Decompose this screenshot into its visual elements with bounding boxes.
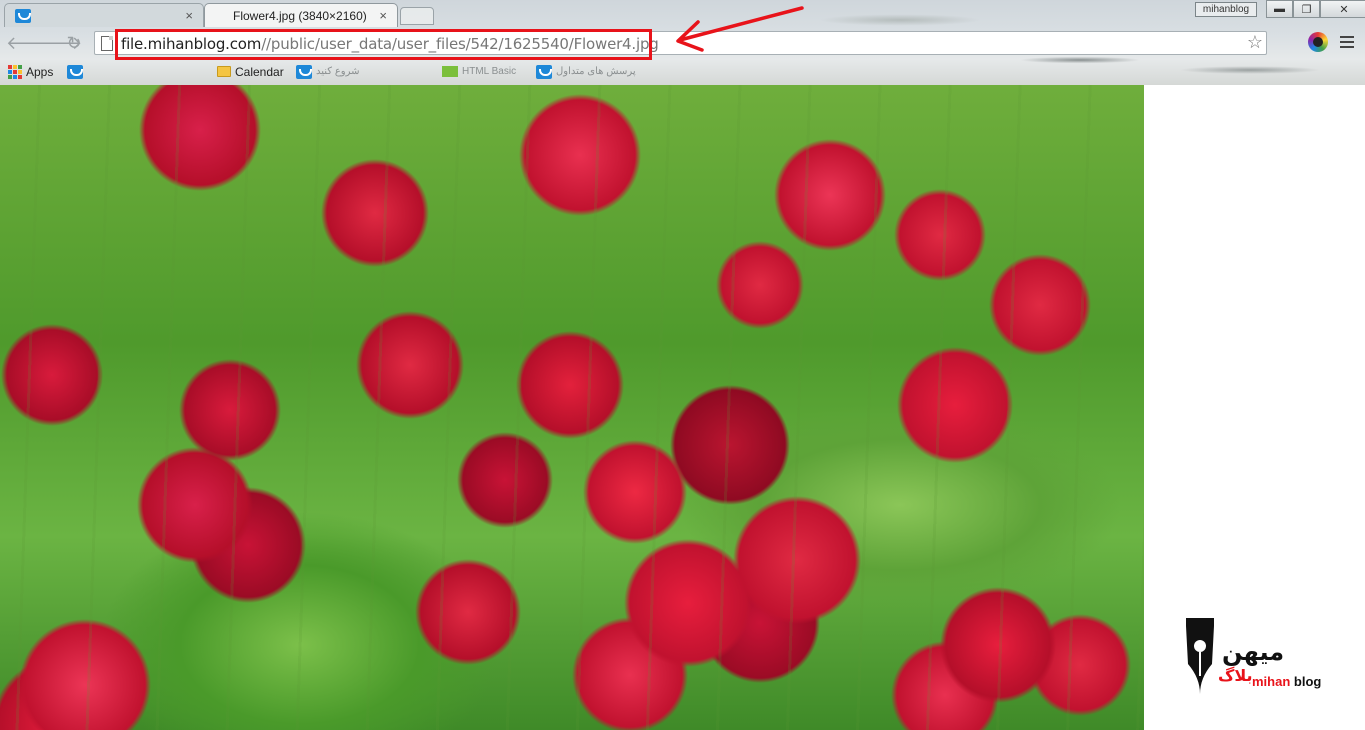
new-tab-button[interactable] — [400, 7, 434, 25]
bookmark-calendar[interactable]: Calendar — [217, 63, 284, 80]
image-viewer: میهن بلاگ mihan blog — [0, 85, 1365, 730]
bookmark-label: پرسش های متداول — [556, 66, 636, 77]
logo-persian-text: میهن — [1222, 638, 1285, 666]
back-arrow-icon[interactable]: 🡐 — [6, 32, 54, 54]
chrome-menu-icon[interactable] — [1340, 36, 1354, 51]
pen-nib-icon — [1186, 618, 1214, 694]
bookmark-label: شروع کنید — [316, 66, 360, 77]
mihanblog-favicon-icon — [536, 64, 552, 79]
logo-english-a: mihan — [1252, 674, 1291, 689]
url-highlight-box — [115, 29, 652, 60]
tab-close-icon[interactable]: × — [185, 8, 193, 23]
mihanblog-favicon-icon — [67, 64, 83, 79]
minimize-button[interactable]: ▬ — [1266, 0, 1293, 18]
tab-mihanblog[interactable]: × — [4, 3, 204, 27]
logo-persian-subtext: بلاگ — [1218, 666, 1253, 685]
bookmark-mihanblog-3[interactable]: پرسش های متداول — [536, 63, 636, 80]
tab-title: Flower4.jpg (3840×2160) — [233, 8, 367, 23]
page-icon — [101, 36, 113, 51]
profile-name-badge[interactable]: mihanblog — [1195, 2, 1257, 17]
mihanblog-favicon-icon — [296, 64, 312, 79]
annotation-arrow-icon — [676, 6, 804, 52]
extension-icon[interactable] — [1308, 32, 1328, 52]
mihanblog-logo: میهن بلاگ mihan blog — [1178, 612, 1328, 707]
logo-english-text: mihan blog — [1252, 674, 1321, 689]
folder-icon — [217, 66, 231, 77]
bookmark-mihanblog-2[interactable]: شروع کنید — [296, 63, 360, 80]
tab-close-icon[interactable]: × — [379, 8, 387, 23]
bookmark-label: HTML Basic — [462, 66, 517, 77]
window-controls: ▬ ❐ ✕ — [1266, 0, 1365, 18]
bookmark-mihanblog-1[interactable] — [67, 63, 83, 80]
bookmark-html-basic[interactable]: HTML Basic — [442, 63, 516, 80]
html-basic-icon — [442, 66, 458, 77]
apps-grid-icon — [8, 64, 22, 79]
tab-flower-image[interactable]: Flower4.jpg (3840×2160) × — [204, 3, 398, 27]
maximize-button[interactable]: ❐ — [1293, 0, 1320, 18]
logo-english-b: blog — [1293, 674, 1322, 689]
close-window-button[interactable]: ✕ — [1320, 0, 1365, 18]
mihanblog-favicon-icon — [15, 8, 31, 23]
bookmark-star-icon[interactable]: ☆ — [1247, 32, 1263, 53]
bookmark-calendar-label: Calendar — [235, 64, 284, 79]
reload-icon[interactable]: ↻ — [63, 32, 85, 54]
flower-photo[interactable] — [0, 85, 1144, 730]
forward-arrow-icon[interactable]: 🡒 — [34, 32, 82, 54]
bookmark-apps[interactable]: Apps — [8, 63, 53, 80]
bookmarks-bar: Apps Calendar شروع کنید HTML Basic پرسش … — [0, 60, 1365, 84]
bookmark-apps-label: Apps — [26, 64, 54, 79]
